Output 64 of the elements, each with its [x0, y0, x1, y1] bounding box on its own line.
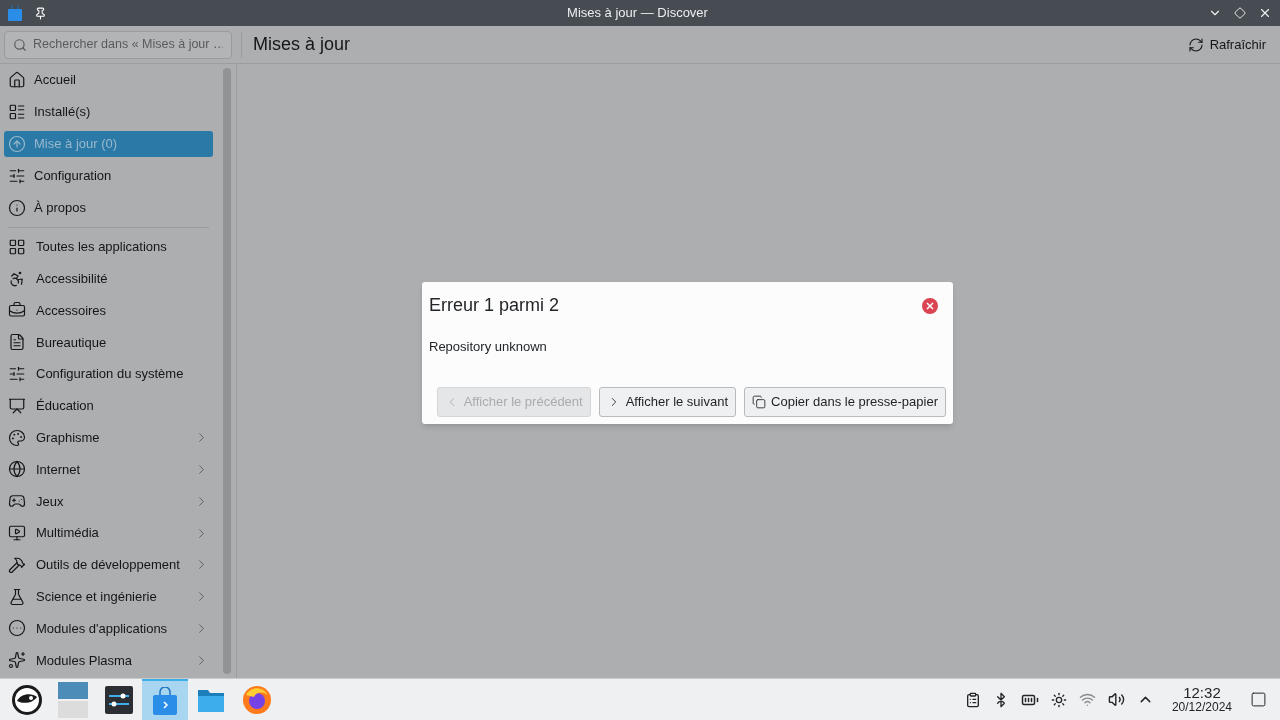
palette-icon: [8, 428, 26, 447]
error-message: Repository unknown: [429, 338, 548, 356]
scrollbar[interactable]: [222, 68, 231, 674]
refresh-button[interactable]: Rafraîchir: [1179, 30, 1274, 59]
sidebar-item[interactable]: Installé(s): [4, 96, 213, 128]
category-item[interactable]: Multimédia: [4, 517, 213, 549]
sliders-icon: [8, 167, 26, 185]
flask-icon: [8, 587, 26, 606]
category-item[interactable]: Accessibilité: [4, 262, 213, 295]
toolbox-icon: [8, 301, 26, 320]
category-item[interactable]: Éducation: [4, 390, 213, 422]
hammer-icon: [8, 555, 26, 574]
shopping-bag-icon: [152, 686, 178, 715]
board-icon: [8, 396, 26, 415]
category-item[interactable]: Graphisme: [4, 421, 213, 454]
wifi-icon[interactable]: [1078, 691, 1096, 708]
category-item[interactable]: Modules Plasma: [4, 644, 213, 677]
sparkles-icon: [8, 651, 26, 670]
volume-icon[interactable]: [1107, 691, 1125, 708]
fox-globe-icon: [242, 684, 272, 715]
pin-icon[interactable]: [34, 6, 47, 20]
sliders-icon: [8, 365, 26, 384]
monitor-icon: [8, 524, 26, 543]
list-icon: [8, 103, 26, 121]
desktop-pager-icon: [58, 681, 88, 718]
document-icon: [8, 333, 26, 352]
dialog-button[interactable]: Afficher le suivant: [598, 387, 737, 417]
maximize-icon[interactable]: [1234, 7, 1246, 19]
sidebar-item[interactable]: Accueil: [4, 64, 213, 96]
category-item[interactable]: Outils de développement: [4, 548, 213, 581]
grid-icon: [8, 237, 26, 256]
chameleon-logo-icon: [11, 683, 43, 716]
page-title: Mises à jour: [253, 33, 351, 56]
home-icon: [8, 71, 26, 89]
category-item[interactable]: Configuration du système: [4, 358, 213, 390]
ellipsis-icon: [8, 619, 26, 638]
search-field[interactable]: Rechercher dans « Mises à jour …: [4, 30, 232, 59]
category-item[interactable]: Toutes les applications: [4, 231, 213, 263]
close-icon[interactable]: [1258, 6, 1272, 20]
category-item[interactable]: Internet: [4, 453, 213, 486]
dialog-title: Erreur 1 parmi 2: [429, 294, 560, 317]
globe-icon: [8, 460, 26, 479]
category-item[interactable]: Bureautique: [4, 326, 213, 359]
category-item[interactable]: Jeux: [4, 485, 213, 518]
category-item[interactable]: Modules d'applications: [4, 612, 213, 645]
info-icon: [8, 199, 26, 217]
show-desktop-icon[interactable]: [1250, 691, 1267, 708]
refresh-icon: [1187, 36, 1204, 53]
accessibility-icon: [8, 269, 26, 288]
window-title: Mises à jour — Discover: [567, 4, 708, 23]
upload-icon: [8, 135, 26, 153]
category-item[interactable]: Science et ingénierie: [4, 580, 213, 613]
shopping-bag-icon: [8, 5, 22, 21]
category-item[interactable]: Accessoires: [4, 294, 213, 327]
brightness-icon[interactable]: [1050, 691, 1067, 708]
dialog-button[interactable]: Copier dans le presse-papier: [744, 387, 946, 417]
sidebar-item[interactable]: À propos: [4, 192, 213, 224]
close-icon[interactable]: [922, 297, 938, 314]
search-icon: [13, 37, 27, 52]
clock[interactable]: 12:32 20/12/2024: [1171, 685, 1232, 714]
sidebar-item[interactable]: Configuration: [4, 160, 213, 192]
sliders-app-icon: [105, 685, 133, 714]
copy-icon: [752, 395, 767, 409]
clipboard-icon[interactable]: [964, 691, 981, 708]
